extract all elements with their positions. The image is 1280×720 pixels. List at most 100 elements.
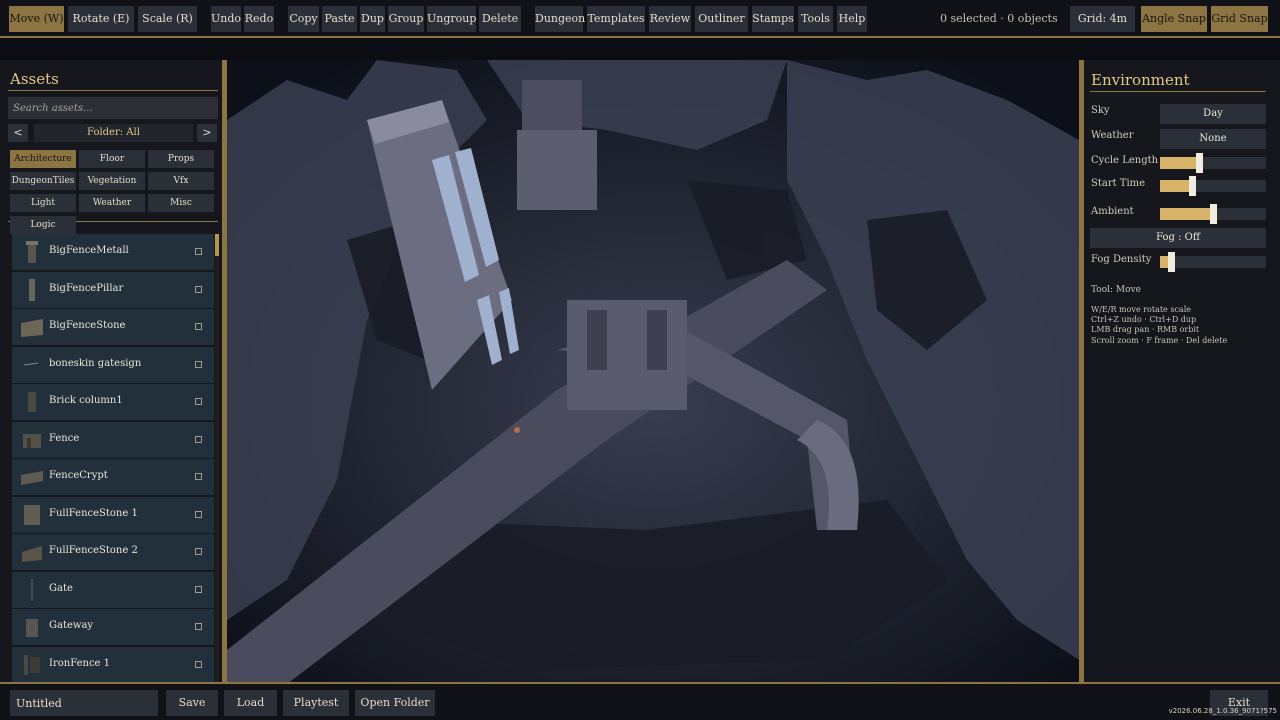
version-label: v2026.06.28_1.0.36_9071?575: [1168, 707, 1277, 715]
list-item[interactable]: BigFenceStone: [12, 309, 214, 345]
group-button[interactable]: Group: [388, 6, 424, 32]
asset-name: IronFence 1: [49, 657, 111, 669]
cycle-length-slider[interactable]: [1160, 153, 1266, 173]
ungroup-button[interactable]: Ungroup: [427, 6, 476, 32]
grid-size-button[interactable]: Grid: 4m: [1070, 6, 1135, 32]
weather-selector[interactable]: None: [1160, 129, 1266, 149]
delete-button[interactable]: Delete: [479, 6, 521, 32]
asset-list-scroll-thumb[interactable]: [215, 234, 219, 256]
help-line: Scroll zoom · F frame · Del delete: [1091, 336, 1228, 345]
list-item[interactable]: Brick column1: [12, 384, 214, 420]
start-time-fill: [1160, 180, 1192, 192]
selection-status: 0 selected · 0 objects: [940, 12, 1058, 25]
fog-density-knob[interactable]: [1168, 252, 1175, 272]
ambient-knob[interactable]: [1210, 204, 1217, 224]
asset-checkbox[interactable]: [195, 435, 202, 443]
cycle-length-knob[interactable]: [1196, 153, 1203, 173]
asset-list-scrollbar[interactable]: [215, 234, 219, 682]
list-item[interactable]: FullFenceStone 2: [12, 534, 214, 570]
asset-checkbox[interactable]: [195, 360, 202, 368]
asset-name: Gateway: [49, 620, 94, 631]
review-menu[interactable]: Review: [649, 6, 691, 32]
redo-button[interactable]: Redo: [244, 6, 274, 32]
sky-selector[interactable]: Day: [1160, 104, 1266, 124]
tool-status: Tool: Move: [1091, 285, 1141, 295]
sky-label: Sky: [1091, 105, 1110, 116]
fog-density-label: Fog Density: [1091, 254, 1152, 265]
asset-name: boneskin gatesign: [49, 357, 142, 369]
list-item[interactable]: Fence: [12, 421, 214, 458]
dungeon-menu[interactable]: Dungeon: [535, 6, 585, 32]
asset-name: Brick column1: [49, 395, 123, 406]
asset-checkbox[interactable]: [195, 660, 202, 668]
ambient-fill: [1160, 208, 1213, 220]
file-name-input[interactable]: [10, 690, 158, 716]
asset-thumbnail: [21, 319, 43, 337]
rotate-tool-button[interactable]: Rotate (E): [68, 6, 134, 32]
central-keep: [567, 300, 687, 410]
asset-checkbox[interactable]: [195, 285, 202, 293]
tools-menu[interactable]: Tools: [798, 6, 833, 32]
asset-checkbox[interactable]: [195, 473, 202, 480]
grid-snap-toggle[interactable]: Grid Snap: [1211, 6, 1268, 32]
asset-name: FenceCrypt: [49, 470, 108, 481]
ambient-slider[interactable]: [1160, 204, 1266, 224]
asset-list[interactable]: BigFenceMetall BigFencePillar BigFenceSton…: [12, 234, 214, 682]
list-item[interactable]: BigFenceMetall: [12, 234, 214, 270]
list-item[interactable]: BigFencePillar: [12, 271, 214, 308]
list-item[interactable]: Gate: [12, 571, 214, 608]
category-props[interactable]: Props: [148, 150, 214, 168]
category-floor[interactable]: Floor: [79, 150, 145, 168]
asset-checkbox[interactable]: [195, 248, 202, 255]
list-item[interactable]: IronFence 1: [12, 646, 214, 682]
list-item[interactable]: FenceCrypt: [12, 459, 214, 495]
list-item[interactable]: Gateway: [12, 609, 214, 645]
asset-name: FullFenceStone 2: [49, 545, 138, 556]
open-folder-button[interactable]: Open Folder: [355, 690, 435, 716]
angle-snap-toggle[interactable]: Angle Snap: [1141, 6, 1207, 32]
copy-button[interactable]: Copy: [288, 6, 319, 32]
asset-checkbox[interactable]: [195, 623, 202, 630]
category-misc[interactable]: Misc: [148, 194, 214, 212]
category-vfx[interactable]: Vfx: [148, 172, 214, 190]
save-button[interactable]: Save: [166, 690, 218, 716]
asset-checkbox[interactable]: [195, 585, 202, 593]
asset-checkbox[interactable]: [195, 398, 202, 405]
category-weather[interactable]: Weather: [79, 194, 145, 212]
folder-prev-button[interactable]: <: [8, 124, 28, 142]
list-item[interactable]: FullFenceStone 1: [12, 496, 214, 533]
asset-thumbnail: [24, 504, 40, 525]
start-time-slider[interactable]: [1160, 176, 1266, 196]
paste-button[interactable]: Paste: [322, 6, 357, 32]
scale-tool-button[interactable]: Scale (R): [138, 6, 197, 32]
scene-render: [227, 60, 1079, 684]
cycle-length-fill: [1160, 157, 1199, 169]
duplicate-button[interactable]: Dup: [360, 6, 385, 32]
undo-button[interactable]: Undo: [211, 6, 241, 32]
asset-checkbox[interactable]: [195, 323, 202, 330]
category-logic[interactable]: Logic: [10, 216, 76, 234]
move-tool-button[interactable]: Move (W): [9, 6, 64, 32]
folder-label: Folder: All: [34, 124, 193, 142]
category-light[interactable]: Light: [10, 194, 76, 212]
start-time-knob[interactable]: [1189, 176, 1196, 196]
category-vegetation[interactable]: Vegetation: [79, 172, 145, 190]
load-button[interactable]: Load: [224, 690, 277, 716]
help-menu[interactable]: Help: [837, 6, 867, 32]
asset-name: BigFenceStone: [49, 320, 126, 331]
outliner-menu[interactable]: Outliner: [695, 6, 748, 32]
fog-toggle[interactable]: Fog : Off: [1090, 228, 1266, 248]
folder-next-button[interactable]: >: [197, 124, 217, 142]
asset-checkbox[interactable]: [195, 548, 202, 555]
ambient-label: Ambient: [1091, 206, 1134, 217]
asset-checkbox[interactable]: [195, 510, 202, 518]
templates-menu[interactable]: Templates: [587, 6, 645, 32]
fog-density-slider[interactable]: [1160, 252, 1266, 272]
category-architecture[interactable]: Architecture: [10, 150, 76, 168]
list-item[interactable]: boneskin gatesign: [12, 346, 214, 383]
playtest-button[interactable]: Playtest: [283, 690, 349, 716]
stamps-menu[interactable]: Stamps: [752, 6, 794, 32]
search-assets-input[interactable]: [8, 97, 218, 119]
category-dungeontiles[interactable]: DungeonTiles: [10, 172, 76, 190]
scene-viewport[interactable]: [222, 60, 1084, 684]
